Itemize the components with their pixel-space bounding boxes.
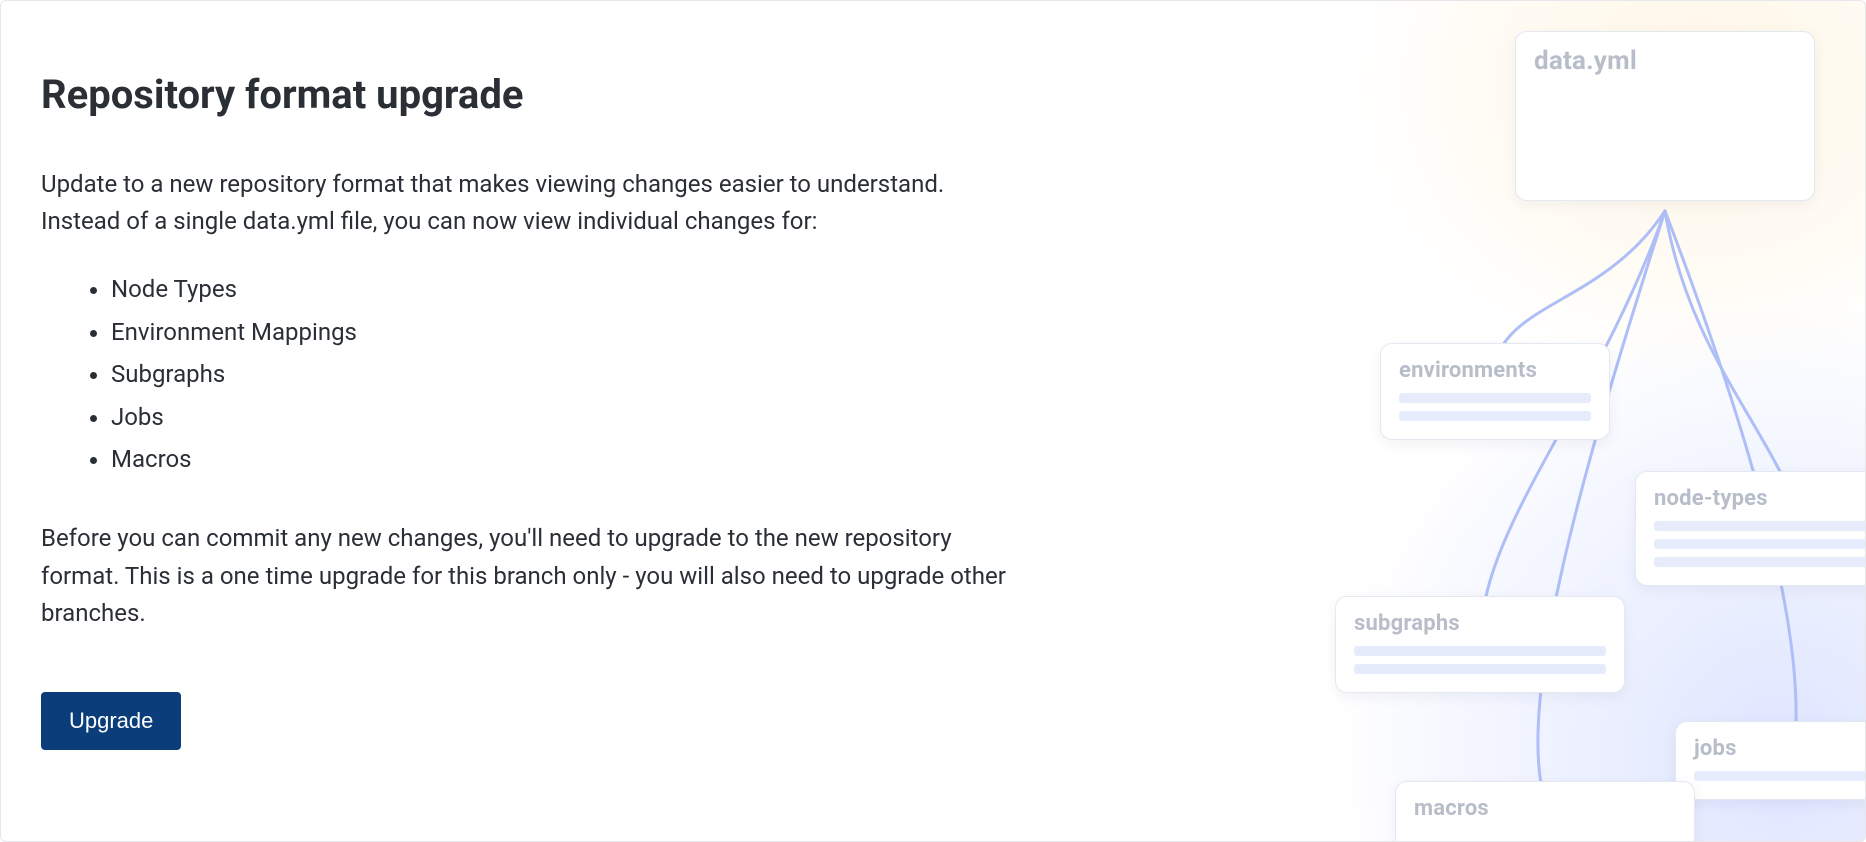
- illus-card-title: node-types: [1654, 486, 1866, 511]
- note-paragraph: Before you can commit any new changes, y…: [41, 520, 1021, 632]
- page-title: Repository format upgrade: [41, 71, 1021, 118]
- illus-card-line: [1654, 557, 1866, 567]
- illus-card-datayml: data.yml: [1515, 31, 1815, 201]
- feature-bullet-list: Node Types Environment Mappings Subgraph…: [111, 268, 1021, 480]
- intro-paragraph: Update to a new repository format that m…: [41, 166, 1021, 240]
- illus-card-line: [1354, 664, 1606, 674]
- illus-card-title: jobs: [1694, 736, 1866, 761]
- illus-card-title: environments: [1399, 358, 1591, 383]
- illus-card-body: [1534, 86, 1796, 182]
- illus-card-line: [1654, 521, 1866, 531]
- illus-card-title: data.yml: [1534, 46, 1796, 76]
- illus-card-subgraphs: subgraphs: [1335, 596, 1625, 693]
- connector-lines-icon: [1045, 1, 1865, 842]
- list-item: Environment Mappings: [111, 311, 1021, 353]
- upgrade-panel: data.yml environments node-types subgrap…: [0, 0, 1866, 842]
- illus-card-line: [1354, 646, 1606, 656]
- illus-card-line: [1654, 539, 1866, 549]
- illus-card-nodetypes: node-types: [1635, 471, 1866, 586]
- list-item: Jobs: [111, 396, 1021, 438]
- upgrade-button[interactable]: Upgrade: [41, 692, 181, 750]
- illus-card-title: subgraphs: [1354, 611, 1606, 636]
- list-item: Subgraphs: [111, 353, 1021, 395]
- background-gradient: [1045, 1, 1865, 841]
- repo-format-illustration: data.yml environments node-types subgrap…: [1045, 1, 1865, 841]
- illus-card-line: [1399, 393, 1591, 403]
- illus-card-environments: environments: [1380, 343, 1610, 440]
- list-item: Macros: [111, 438, 1021, 480]
- list-item: Node Types: [111, 268, 1021, 310]
- content-column: Repository format upgrade Update to a ne…: [1, 1, 1061, 790]
- illus-card-line: [1694, 771, 1866, 781]
- illus-card-line: [1399, 411, 1591, 421]
- illus-card-macros: macros: [1395, 781, 1695, 842]
- illus-card-jobs: jobs: [1675, 721, 1866, 800]
- illus-card-title: macros: [1414, 796, 1676, 821]
